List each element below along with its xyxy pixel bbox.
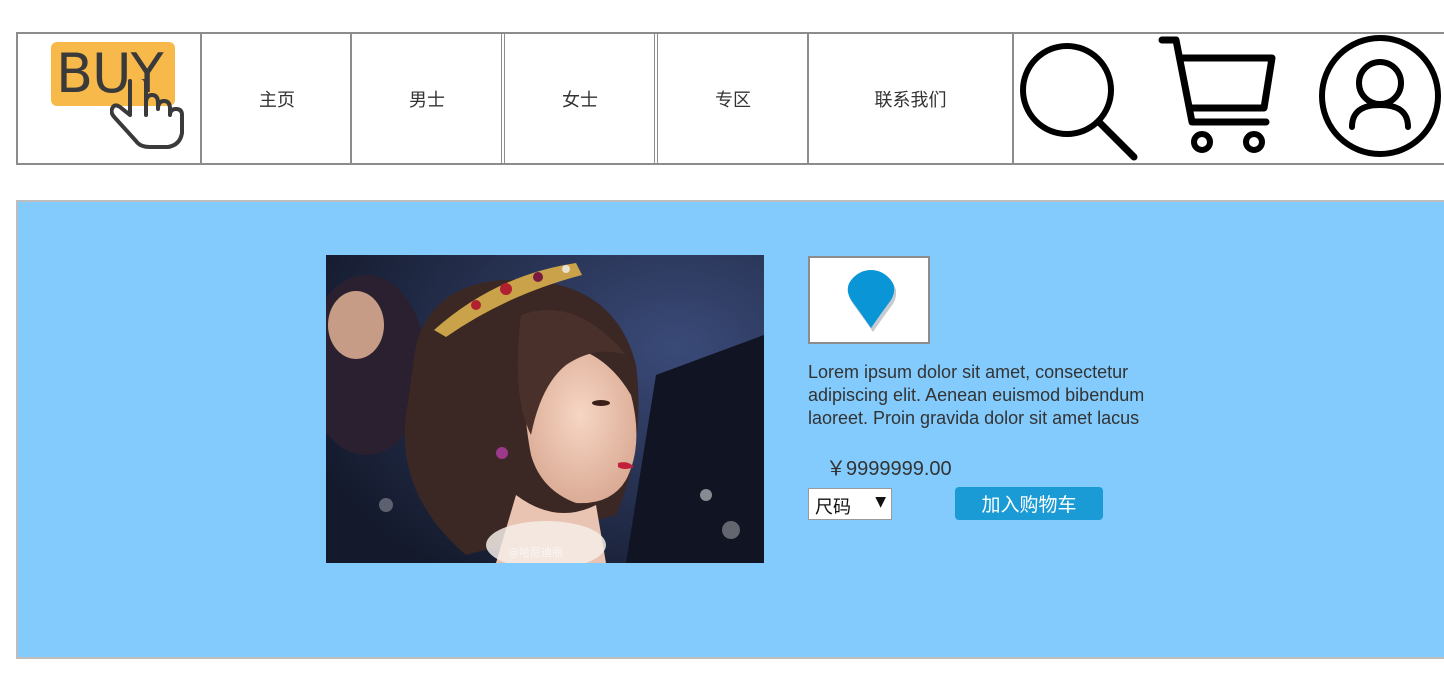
product-thumbnail[interactable] — [808, 256, 930, 344]
nav-item-special[interactable]: 专区 — [658, 34, 808, 163]
add-to-cart-button[interactable]: 加入购物车 — [955, 487, 1103, 520]
map-pin-icon — [847, 270, 896, 332]
chevron-down-icon: ▼ — [875, 494, 886, 510]
nav-item-men[interactable]: 男士 — [352, 34, 502, 163]
product-panel: @哈尼迪丽 Lorem ipsum dolor sit amet, consec… — [16, 200, 1444, 659]
nav-item-women[interactable]: 女士 — [505, 34, 655, 163]
pointing-hand-icon — [110, 79, 184, 149]
size-select[interactable]: 尺码 ▼ — [808, 488, 892, 520]
nav-item-contact[interactable]: 联系我们 — [809, 34, 1012, 163]
search-button[interactable] — [1017, 40, 1141, 169]
top-navigation-bar: BUY 主页 男士 女士 专区 联系我们 — [16, 32, 1444, 165]
nav-item-label: 联系我们 — [874, 89, 947, 111]
nav-item-label: 主页 — [259, 89, 295, 111]
logo[interactable]: BUY — [18, 34, 202, 163]
cart-icon — [1158, 36, 1276, 153]
user-icon — [1319, 35, 1441, 157]
image-watermark: @哈尼迪丽 — [508, 546, 563, 559]
account-button[interactable] — [1318, 35, 1442, 164]
nav-item-label: 女士 — [562, 89, 598, 111]
search-icon — [1020, 43, 1138, 161]
nav-item-label: 专区 — [715, 89, 751, 111]
product-photo-illustration — [326, 255, 764, 563]
product-description: Lorem ipsum dolor sit amet, consectetur … — [808, 362, 1145, 428]
nav-divider — [1012, 34, 1014, 163]
nav-item-label: 男士 — [409, 89, 445, 111]
nav-item-home[interactable]: 主页 — [202, 34, 352, 163]
product-image: @哈尼迪丽 — [326, 255, 764, 563]
cart-button[interactable] — [1158, 36, 1282, 165]
product-price: ￥9999999.00 — [826, 458, 952, 480]
size-select-value: 尺码 — [815, 497, 851, 518]
